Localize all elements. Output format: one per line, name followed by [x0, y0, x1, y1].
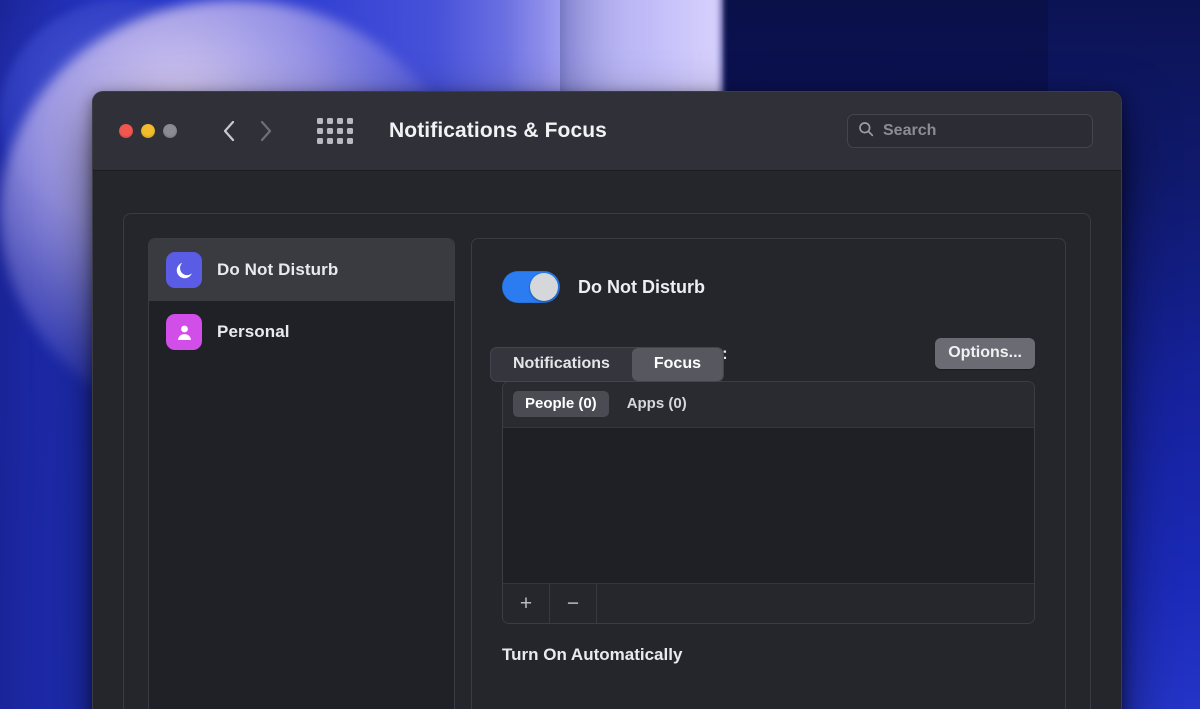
do-not-disturb-toggle-row: Do Not Disturb: [502, 271, 1035, 303]
traffic-light-group: [119, 124, 177, 138]
person-icon: [166, 314, 202, 350]
segmented-tab-control: Notifications Focus: [490, 347, 724, 382]
focus-list-sidebar: Do Not Disturb Personal: [148, 238, 455, 709]
do-not-disturb-toggle[interactable]: [502, 271, 560, 303]
options-button[interactable]: Options...: [935, 338, 1035, 369]
search-field[interactable]: [847, 114, 1093, 148]
tab-notifications[interactable]: Notifications: [491, 348, 632, 381]
zoom-button[interactable]: [163, 124, 177, 138]
tab-people[interactable]: People (0): [513, 391, 609, 417]
remove-button[interactable]: −: [550, 584, 597, 623]
sidebar-item-label: Personal: [217, 322, 290, 342]
back-button[interactable]: [217, 117, 239, 145]
moon-icon: [166, 252, 202, 288]
tab-focus[interactable]: Focus: [632, 348, 723, 381]
window-content: Notifications Focus Do Not Disturb: [93, 171, 1121, 709]
focus-detail-panel: Do Not Disturb Allowed Notifications Fro…: [471, 238, 1066, 709]
sidebar-item-do-not-disturb[interactable]: Do Not Disturb: [149, 239, 454, 301]
minimize-button[interactable]: [141, 124, 155, 138]
add-button[interactable]: +: [503, 584, 550, 623]
toggle-knob: [530, 273, 558, 301]
toggle-label: Do Not Disturb: [578, 277, 705, 298]
desktop-wallpaper: Notifications & Focus Notifications Focu…: [0, 0, 1200, 709]
allowed-list-tabs: People (0) Apps (0): [503, 382, 1034, 428]
turn-on-automatically-heading: Turn On Automatically: [502, 645, 1035, 665]
page-title: Notifications & Focus: [389, 119, 607, 143]
tab-apps[interactable]: Apps (0): [615, 391, 699, 417]
search-input[interactable]: [883, 122, 1102, 140]
sidebar-item-personal[interactable]: Personal: [149, 301, 454, 363]
allowed-list-items[interactable]: [503, 428, 1034, 583]
window-titlebar: Notifications & Focus: [93, 92, 1121, 171]
focus-settings-card: Do Not Disturb Personal: [123, 213, 1091, 709]
system-preferences-window: Notifications & Focus Notifications Focu…: [92, 91, 1122, 709]
forward-button[interactable]: [255, 117, 277, 145]
allowed-list-box: People (0) Apps (0) + −: [502, 381, 1035, 624]
navigation-buttons: [217, 117, 277, 145]
allowed-list-footer: + −: [503, 583, 1034, 623]
close-button[interactable]: [119, 124, 133, 138]
search-icon: [858, 121, 874, 142]
grid-icon[interactable]: [317, 118, 353, 144]
sidebar-item-label: Do Not Disturb: [217, 260, 338, 280]
